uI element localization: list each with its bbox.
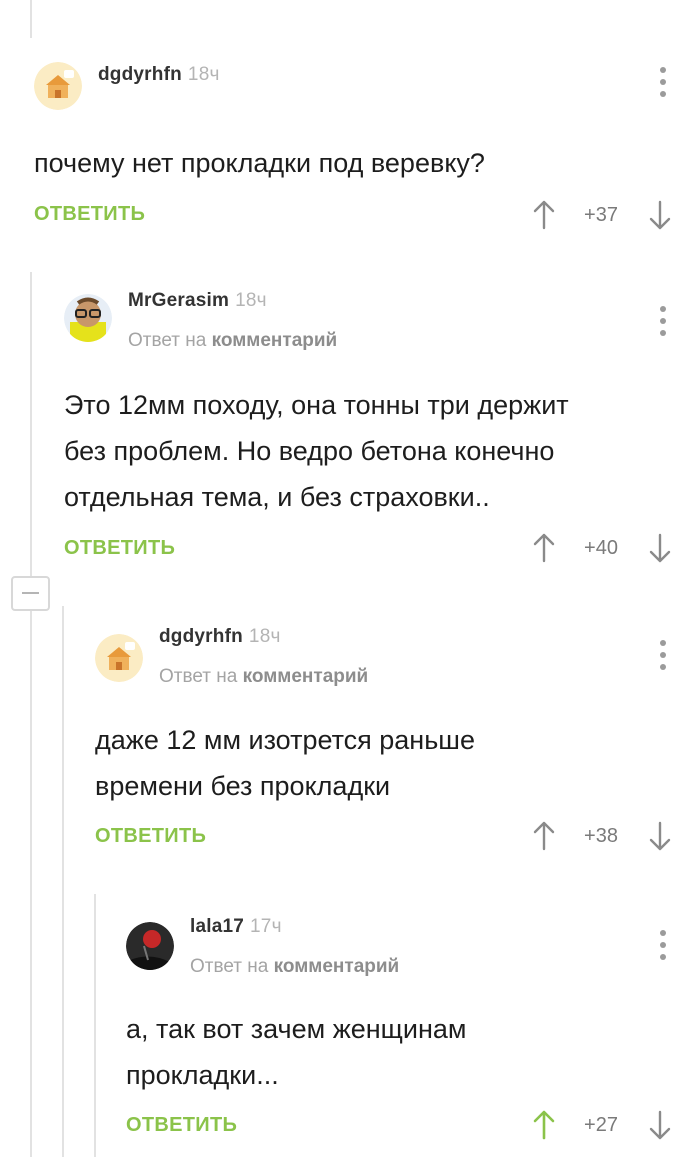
thread-line-root: [30, 0, 32, 38]
comment-text: даже 12 мм изотрется раньше времени без …: [95, 717, 475, 809]
reply-target-link[interactable]: комментарий: [274, 956, 400, 977]
vote-controls: +27: [532, 1110, 672, 1140]
comment-time: 17ч: [250, 916, 282, 937]
comment-text-line: без проблем. Но ведро бетона конечно: [64, 436, 555, 466]
thread-line-level2: [62, 606, 64, 1157]
reply-to-label: Ответ на комментарий: [190, 956, 400, 977]
comment-text-line: а, так вот зачем женщинам: [126, 1014, 467, 1044]
reply-target-link[interactable]: комментарий: [243, 666, 369, 687]
avatar[interactable]: [126, 922, 174, 970]
username[interactable]: dgdyrhfn 18ч: [159, 626, 281, 648]
reply-button[interactable]: ОТВЕТИТЬ: [64, 537, 175, 560]
collapse-thread-button[interactable]: [11, 576, 50, 611]
reply-to-label: Ответ на комментарий: [159, 666, 369, 687]
score: +40: [584, 537, 618, 559]
username[interactable]: MrGerasim 18ч: [128, 290, 267, 312]
arrow-up-icon[interactable]: [532, 1110, 556, 1140]
comment-text-line: прокладки...: [126, 1060, 279, 1090]
arrow-down-icon[interactable]: [648, 533, 672, 563]
username[interactable]: lala17 17ч: [190, 916, 282, 938]
reply-button[interactable]: ОТВЕТИТЬ: [34, 203, 145, 226]
comment-text: Это 12мм походу, она тонны три держит бе…: [64, 382, 569, 520]
arrow-up-icon[interactable]: [532, 821, 556, 851]
avatar[interactable]: [64, 294, 112, 342]
comment: dgdyrhfn 18ч Ответ на комментарий даже 12…: [95, 624, 700, 864]
reply-target-link[interactable]: комментарий: [212, 330, 338, 351]
arrow-up-icon[interactable]: [532, 200, 556, 230]
more-vert-icon[interactable]: [658, 640, 668, 674]
vote-controls: +38: [532, 821, 672, 851]
thread-line-level3: [94, 894, 96, 1157]
vote-controls: +37: [532, 200, 672, 230]
more-vert-icon[interactable]: [658, 306, 668, 340]
arrow-down-icon[interactable]: [648, 821, 672, 851]
comment: MrGerasim 18ч Ответ на комментарий Это 12…: [64, 288, 700, 568]
comment-text-line: даже 12 мм изотрется раньше: [95, 725, 475, 755]
comment-text: почему нет прокладки под веревку?: [34, 140, 485, 186]
more-vert-icon[interactable]: [658, 930, 668, 964]
comment-time: 18ч: [187, 64, 220, 85]
arrow-up-icon[interactable]: [532, 533, 556, 563]
reply-button[interactable]: ОТВЕТИТЬ: [95, 825, 206, 848]
comment-text-line: времени без прокладки: [95, 771, 391, 801]
score: +37: [584, 204, 618, 226]
comment-time: 18ч: [248, 626, 281, 647]
avatar[interactable]: [34, 62, 82, 110]
vote-controls: +40: [532, 533, 672, 563]
arrow-down-icon[interactable]: [648, 200, 672, 230]
comment-text-line: почему нет прокладки под веревку?: [34, 148, 485, 178]
score: +27: [584, 1114, 618, 1136]
arrow-down-icon[interactable]: [648, 1110, 672, 1140]
thread-line-level1: [30, 272, 32, 1157]
comment: dgdyrhfn 18ч почему нет прокладки под вер…: [34, 62, 700, 242]
comment-text-line: отдельная тема, и без страховки..: [64, 482, 490, 512]
comment-text-line: Это 12мм походу, она тонны три держит: [64, 390, 569, 420]
comment-text: а, так вот зачем женщинам прокладки...: [126, 1006, 466, 1098]
username[interactable]: dgdyrhfn 18ч: [98, 64, 220, 86]
reply-button[interactable]: ОТВЕТИТЬ: [126, 1114, 237, 1137]
reply-to-label: Ответ на комментарий: [128, 330, 338, 351]
avatar[interactable]: [95, 634, 143, 682]
comment: lala17 17ч Ответ на комментарий а, так во…: [126, 914, 700, 1154]
more-vert-icon[interactable]: [658, 67, 668, 101]
comment-time: 18ч: [235, 290, 267, 311]
score: +38: [584, 825, 618, 847]
